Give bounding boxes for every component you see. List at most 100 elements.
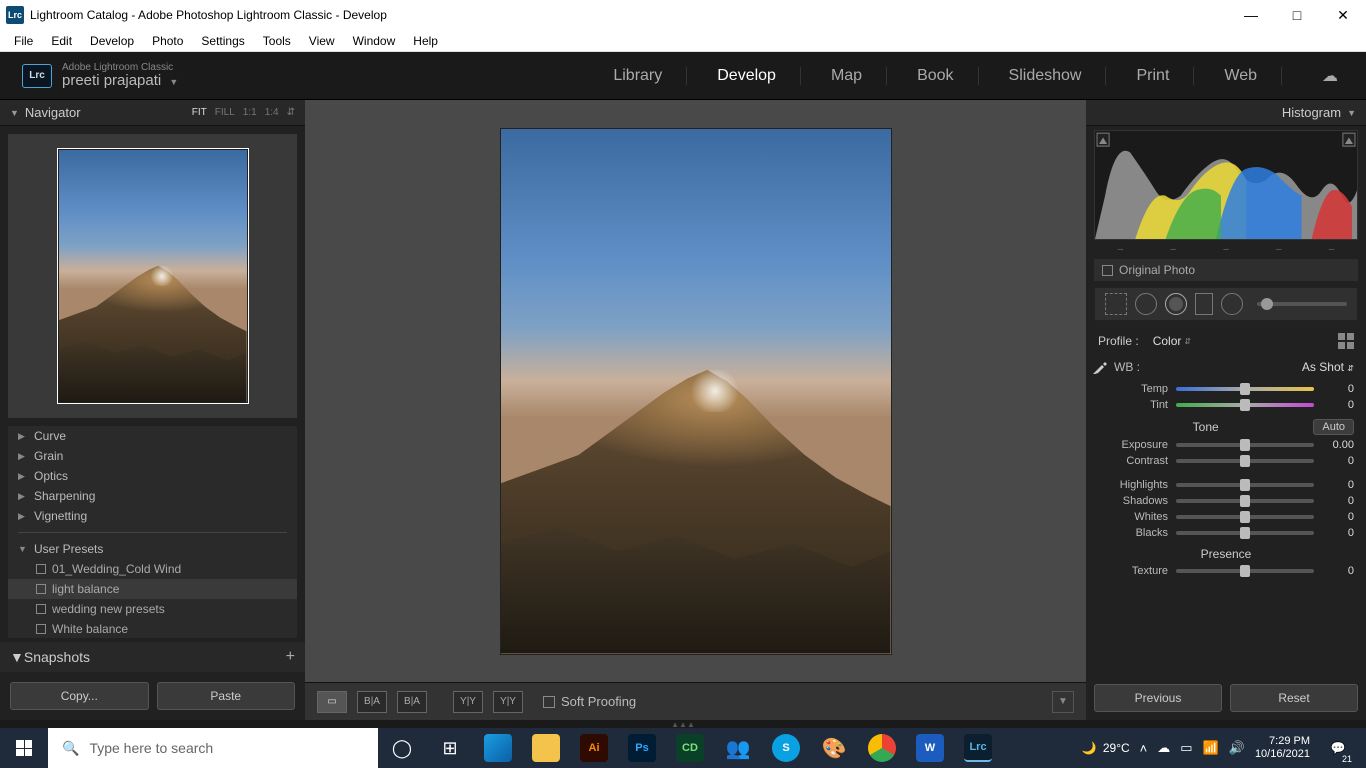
- graduated-filter-tool[interactable]: [1195, 293, 1213, 315]
- white-balance-eyedropper[interactable]: [1086, 353, 1114, 381]
- exposure-slider[interactable]: Exposure0.00: [1086, 437, 1366, 453]
- cloud-sync-icon[interactable]: ☁: [1316, 66, 1344, 86]
- filmstrip-collapse-handle[interactable]: ▲▲▲: [0, 720, 1366, 728]
- menu-photo[interactable]: Photo: [144, 32, 191, 50]
- taskbar-app-photoshop[interactable]: Ps: [618, 728, 666, 768]
- previous-button[interactable]: Previous: [1094, 684, 1222, 712]
- before-after-tb-button[interactable]: B|A: [397, 691, 427, 713]
- tray-chevron-up-icon[interactable]: ˄: [1140, 741, 1148, 756]
- user-preset-item[interactable]: light balance: [8, 579, 297, 599]
- preset-group-vignetting[interactable]: ▶Vignetting: [8, 506, 297, 526]
- module-print[interactable]: Print: [1130, 67, 1194, 85]
- tray-onedrive-icon[interactable]: ☁: [1157, 740, 1170, 756]
- taskbar-app-coreldraw[interactable]: CD: [666, 728, 714, 768]
- reset-button[interactable]: Reset: [1230, 684, 1358, 712]
- zoom-ratio[interactable]: 1:4: [265, 107, 279, 118]
- contrast-slider[interactable]: Contrast0: [1086, 453, 1366, 469]
- toolbar-options-dropdown[interactable]: ▼: [1052, 691, 1074, 713]
- maximize-button[interactable]: □: [1274, 0, 1320, 30]
- before-after-lr-button[interactable]: B|A: [357, 691, 387, 713]
- profile-row[interactable]: Profile : Color ⇵: [1086, 329, 1366, 353]
- preset-group-grain[interactable]: ▶Grain: [8, 446, 297, 466]
- module-web[interactable]: Web: [1218, 67, 1282, 85]
- texture-slider[interactable]: Texture0: [1086, 563, 1366, 579]
- preset-group-sharpening[interactable]: ▶Sharpening: [8, 486, 297, 506]
- tool-amount-slider[interactable]: [1257, 302, 1347, 306]
- compare-yy2-button[interactable]: Y|Y: [493, 691, 523, 713]
- taskbar-app-teams[interactable]: 👥: [714, 728, 762, 768]
- masking-tool[interactable]: [1165, 293, 1187, 315]
- tray-volume-icon[interactable]: 🔊: [1229, 740, 1245, 756]
- taskbar-weather[interactable]: 🌙29°C: [1082, 741, 1130, 755]
- crop-tool[interactable]: [1105, 293, 1127, 315]
- taskbar-search[interactable]: 🔍 Type here to search: [48, 728, 378, 768]
- taskbar-clock[interactable]: 7:29 PM 10/16/2021: [1255, 735, 1310, 761]
- preset-group-curve[interactable]: ▶Curve: [8, 426, 297, 446]
- copy-settings-button[interactable]: Copy...: [10, 682, 149, 710]
- wb-value-dropdown[interactable]: As Shot ⇵: [1302, 360, 1354, 374]
- preset-group-optics[interactable]: ▶Optics: [8, 466, 297, 486]
- taskbar-app-lightroom[interactable]: Lrc: [954, 728, 1002, 768]
- menu-edit[interactable]: Edit: [43, 32, 80, 50]
- image-canvas[interactable]: [305, 100, 1086, 682]
- close-button[interactable]: ✕: [1320, 0, 1366, 30]
- original-photo-toggle[interactable]: Original Photo: [1094, 259, 1358, 281]
- taskbar-app-explorer[interactable]: [522, 728, 570, 768]
- blacks-slider[interactable]: Blacks0: [1086, 525, 1366, 541]
- zoom-fill[interactable]: FILL: [215, 107, 235, 118]
- histogram-panel-header[interactable]: Histogram ▼: [1086, 100, 1366, 126]
- compare-yy1-button[interactable]: Y|Y: [453, 691, 483, 713]
- tray-battery-icon[interactable]: ▭: [1180, 740, 1192, 756]
- taskbar-app-illustrator[interactable]: Ai: [570, 728, 618, 768]
- taskbar-app-skype[interactable]: S: [762, 728, 810, 768]
- menu-help[interactable]: Help: [405, 32, 446, 50]
- shadows-slider[interactable]: Shadows0: [1086, 493, 1366, 509]
- add-snapshot-button[interactable]: +: [286, 648, 295, 666]
- taskbar-app-chrome[interactable]: [858, 728, 906, 768]
- histogram[interactable]: [1094, 130, 1358, 240]
- temp-slider[interactable]: Temp0: [1086, 381, 1366, 397]
- zoom-1to1[interactable]: 1:1: [243, 107, 257, 118]
- action-center-button[interactable]: 💬 21: [1320, 728, 1356, 768]
- cortana-icon[interactable]: ◯: [378, 728, 426, 768]
- zoom-fit[interactable]: FIT: [192, 107, 207, 118]
- snapshots-panel-header[interactable]: ▼ Snapshots +: [0, 642, 305, 672]
- user-preset-item[interactable]: 01_Wedding_Cold Wind: [8, 559, 297, 579]
- module-slideshow[interactable]: Slideshow: [1003, 67, 1107, 85]
- menu-view[interactable]: View: [301, 32, 343, 50]
- menu-develop[interactable]: Develop: [82, 32, 142, 50]
- highlights-slider[interactable]: Highlights0: [1086, 477, 1366, 493]
- menu-window[interactable]: Window: [345, 32, 404, 50]
- zoom-updown-icon[interactable]: ⇵: [287, 107, 295, 118]
- tray-wifi-icon[interactable]: 📶: [1203, 740, 1219, 756]
- tint-slider[interactable]: Tint0: [1086, 397, 1366, 413]
- user-presets-group[interactable]: ▼User Presets: [8, 539, 297, 559]
- task-view-icon[interactable]: ⊞: [426, 728, 474, 768]
- taskbar-date: 10/16/2021: [1255, 748, 1310, 761]
- navigator-thumbnail[interactable]: [8, 134, 297, 418]
- spot-removal-tool[interactable]: [1135, 293, 1157, 315]
- profile-browser-icon[interactable]: [1338, 333, 1354, 349]
- start-button[interactable]: [0, 728, 48, 768]
- taskbar-app-paint[interactable]: 🎨: [810, 728, 858, 768]
- module-book[interactable]: Book: [911, 67, 978, 85]
- paste-settings-button[interactable]: Paste: [157, 682, 296, 710]
- taskbar-app-edge[interactable]: [474, 728, 522, 768]
- minimize-button[interactable]: ―: [1228, 0, 1274, 30]
- menu-tools[interactable]: Tools: [255, 32, 299, 50]
- whites-slider[interactable]: Whites0: [1086, 509, 1366, 525]
- auto-tone-button[interactable]: Auto: [1313, 419, 1354, 435]
- menu-file[interactable]: File: [6, 32, 41, 50]
- radial-filter-tool[interactable]: [1221, 293, 1243, 315]
- module-library[interactable]: Library: [607, 67, 687, 85]
- loupe-view-button[interactable]: ▭: [317, 691, 347, 713]
- soft-proofing-toggle[interactable]: Soft Proofing: [543, 694, 636, 709]
- module-map[interactable]: Map: [825, 67, 887, 85]
- user-preset-item[interactable]: wedding new presets: [8, 599, 297, 619]
- identity-plate[interactable]: Lrc Adobe Lightroom Classic preeti praja…: [22, 62, 178, 90]
- module-develop[interactable]: Develop: [711, 67, 801, 85]
- navigator-panel-header[interactable]: ▼ Navigator FIT FILL 1:1 1:4 ⇵: [0, 100, 305, 126]
- taskbar-app-word[interactable]: W: [906, 728, 954, 768]
- menu-settings[interactable]: Settings: [193, 32, 252, 50]
- user-preset-item[interactable]: White balance: [8, 619, 297, 638]
